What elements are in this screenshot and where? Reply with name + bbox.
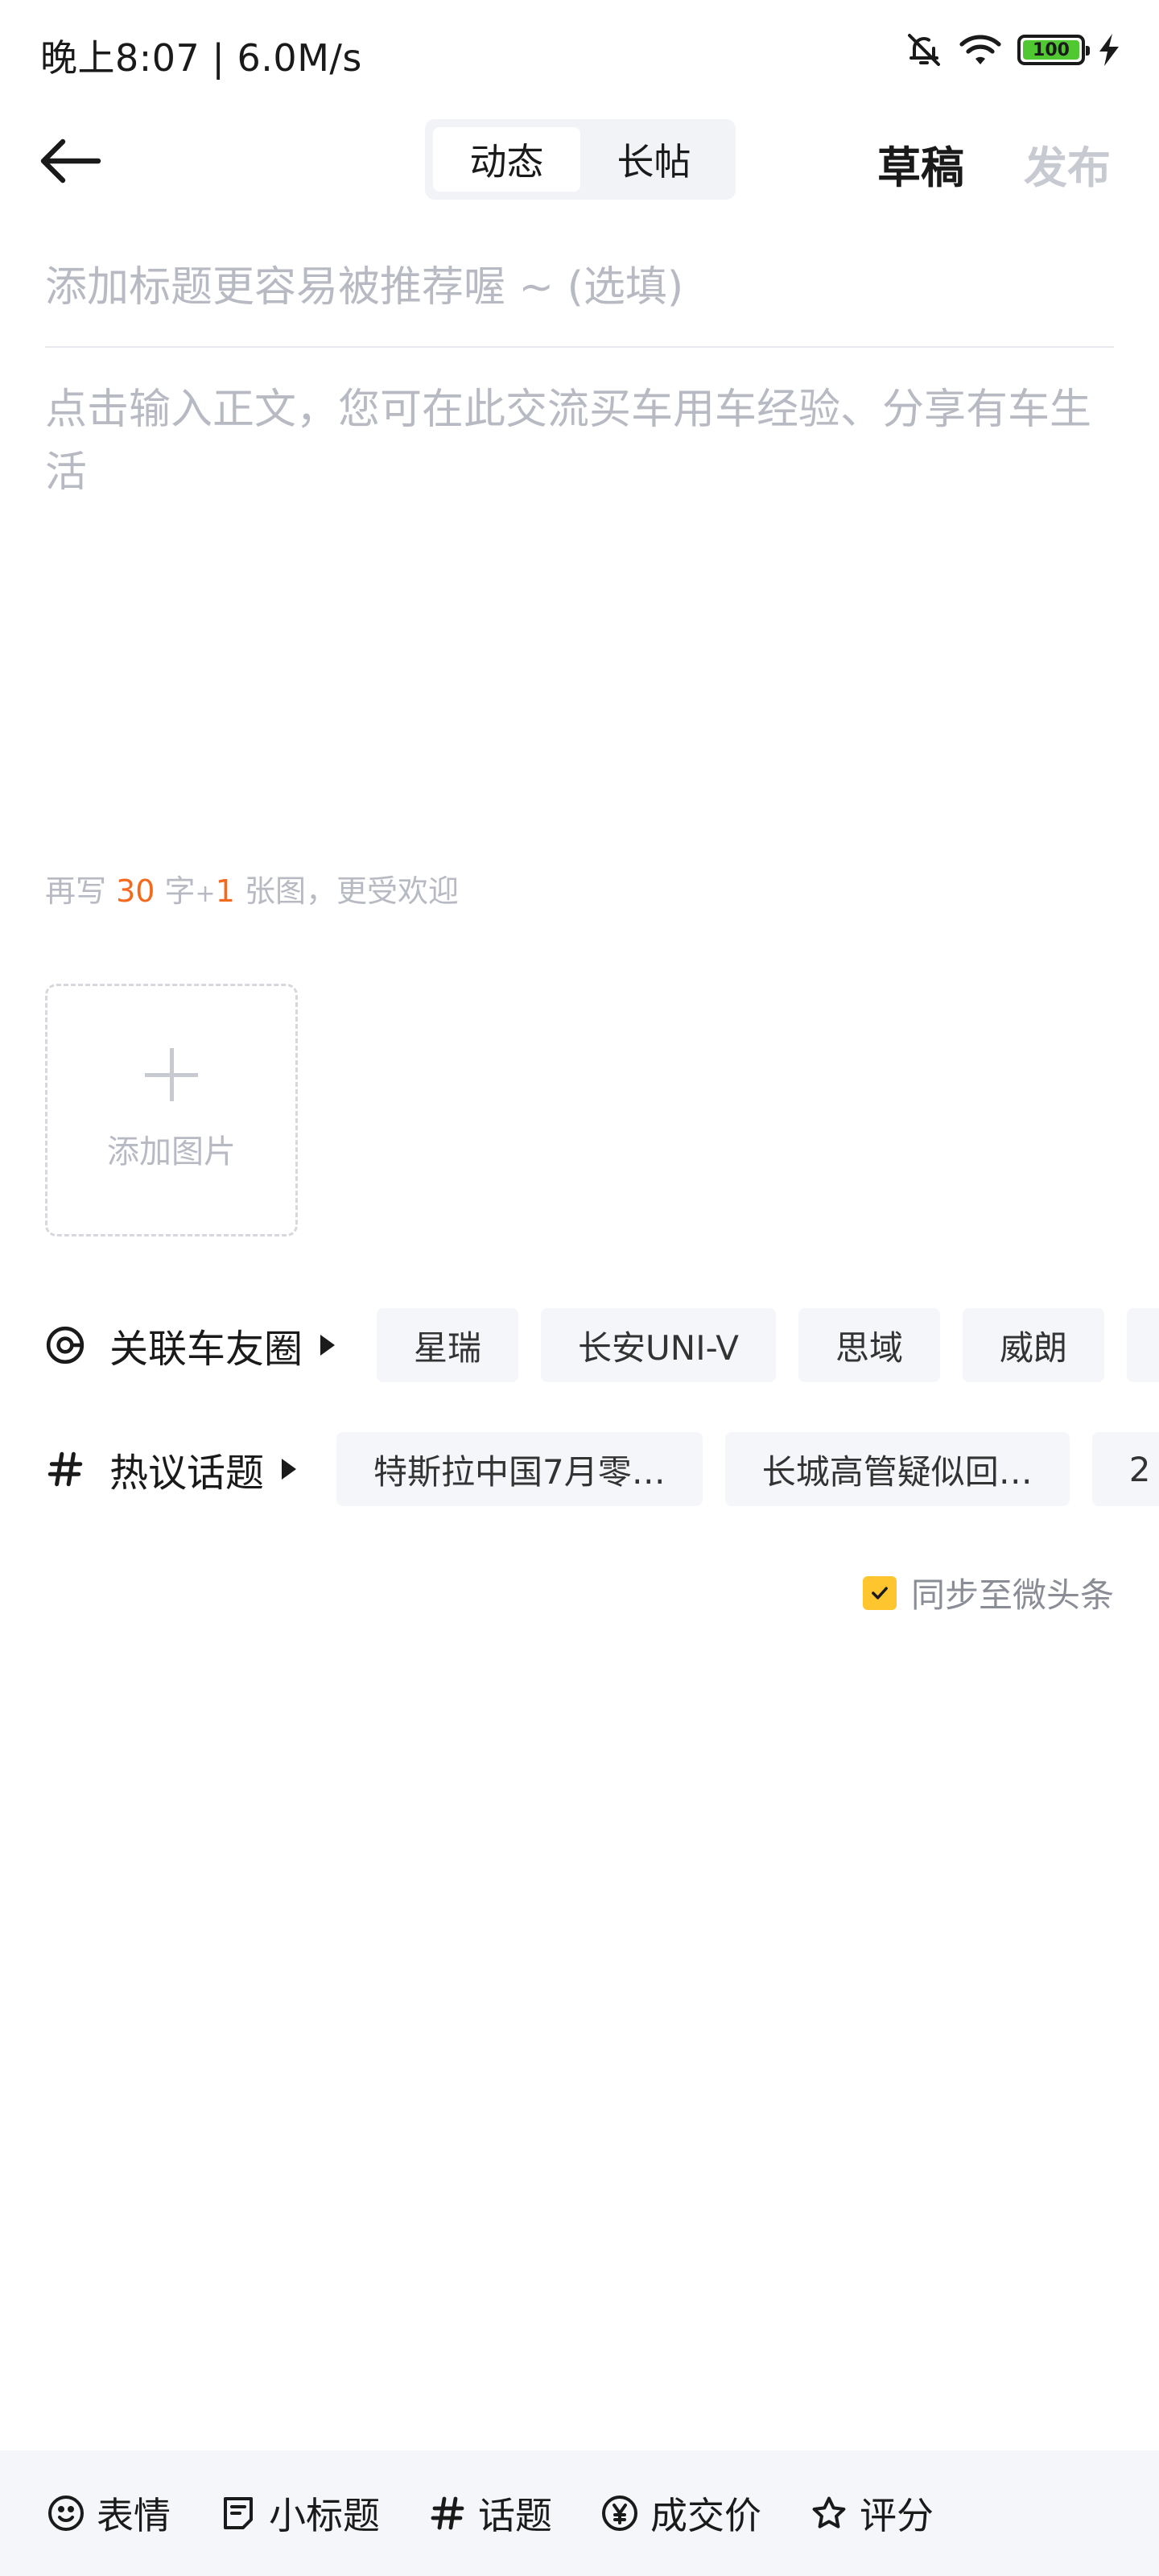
triangle-right-icon xyxy=(320,1335,336,1356)
sync-weitoutiao[interactable]: 同步至微头条 xyxy=(862,1568,1114,1617)
target-icon xyxy=(46,1326,85,1364)
yen-icon xyxy=(602,2496,637,2531)
hot-topics-label: 热议话题 xyxy=(109,1451,265,1496)
toolbar-rating[interactable]: 评分 xyxy=(810,2487,934,2540)
tab-dynamic[interactable]: 动态 xyxy=(433,127,580,192)
chip-topic[interactable]: 长城高管疑似回… xyxy=(724,1432,1070,1506)
chip-car-circle[interactable]: 思域 xyxy=(798,1308,941,1382)
toolbar-price-label: 成交价 xyxy=(650,2494,761,2537)
triangle-right-icon xyxy=(282,1459,297,1480)
back-button[interactable] xyxy=(40,129,113,193)
hint-mid: 字 xyxy=(155,873,196,909)
smiley-icon xyxy=(48,2496,84,2531)
chip-car-circle[interactable]: 星瑞 xyxy=(377,1308,519,1382)
sync-checkbox[interactable] xyxy=(862,1575,897,1610)
hint-char-count: 30 xyxy=(116,873,155,909)
add-image-label: 添加图片 xyxy=(107,1133,236,1170)
status-icons: 100 xyxy=(905,31,1119,69)
hash-icon xyxy=(47,1451,83,1487)
car-circle-label: 关联车友圈 xyxy=(109,1327,303,1372)
plus-icon xyxy=(145,1048,198,1101)
add-image-button[interactable]: 添加图片 xyxy=(45,984,298,1236)
battery-icon: 100 xyxy=(1017,35,1090,65)
sync-label: 同步至微头条 xyxy=(910,1575,1114,1615)
draft-button[interactable]: 草稿 xyxy=(877,132,964,196)
charging-icon xyxy=(1099,34,1119,66)
back-arrow-icon xyxy=(40,138,101,184)
body-input[interactable]: 点击输入正文，您可在此交流买车用车经验、分享有车生活 xyxy=(45,378,1114,504)
bottom-toolbar: 表情 小标题 话题 成交价 评分 xyxy=(0,2450,1159,2576)
hot-topics-row: 热议话题 特斯拉中国7月零… 长城高管疑似回… 2 xyxy=(0,1431,1159,1507)
hint-plus: + xyxy=(195,880,216,908)
hash-icon xyxy=(431,2496,464,2530)
toolbar-rating-label: 评分 xyxy=(860,2494,934,2537)
status-time-speed: 晚上8:07 | 6.0M/s xyxy=(40,36,362,80)
chip-car-circle[interactable]: 长安UNI-V xyxy=(541,1308,777,1382)
writing-hint: 再写 30 字+1 张图，更受欢迎 xyxy=(45,866,459,910)
header: 动态 长帖 草稿 发布 xyxy=(0,113,1159,209)
car-circle-chips: 星瑞 长安UNI-V 思域 威朗 长 xyxy=(377,1308,1159,1382)
toolbar-subtitle[interactable]: 小标题 xyxy=(219,2487,380,2540)
title-input[interactable]: 添加标题更容易被推荐喔 ~ (选填) xyxy=(45,242,1114,348)
car-circle-row: 关联车友圈 星瑞 长安UNI-V 思域 威朗 长 xyxy=(0,1307,1159,1383)
chip-topic[interactable]: 特斯拉中国7月零… xyxy=(336,1432,703,1506)
chip-car-circle[interactable]: 长 xyxy=(1127,1308,1159,1382)
toolbar-topic[interactable]: 话题 xyxy=(428,2487,552,2540)
toolbar-emoji-label: 表情 xyxy=(97,2494,171,2537)
toolbar-price[interactable]: 成交价 xyxy=(600,2487,761,2540)
publish-button[interactable]: 发布 xyxy=(1024,132,1111,196)
status-bar: 晚上8:07 | 6.0M/s 100 xyxy=(0,0,1159,105)
hot-topics-chips: 特斯拉中国7月零… 长城高管疑似回… 2 xyxy=(336,1432,1159,1506)
battery-level: 100 xyxy=(1023,40,1079,60)
toolbar-emoji[interactable]: 表情 xyxy=(47,2487,171,2540)
toolbar-topic-label: 话题 xyxy=(478,2494,552,2537)
star-icon xyxy=(812,2496,846,2529)
hint-suffix: 张图，更受欢迎 xyxy=(234,873,459,909)
car-circle-header[interactable]: 关联车友圈 xyxy=(0,1317,336,1373)
wifi-icon xyxy=(959,35,1001,64)
post-type-switch: 动态 长帖 xyxy=(425,119,736,200)
hot-topics-header[interactable]: 热议话题 xyxy=(0,1441,297,1497)
hint-image-count: 1 xyxy=(215,873,235,909)
chip-topic[interactable]: 2 xyxy=(1091,1432,1159,1506)
hint-prefix: 再写 xyxy=(45,873,117,909)
bell-muted-icon xyxy=(908,34,940,66)
toolbar-subtitle-label: 小标题 xyxy=(269,2494,380,2537)
subtitle-icon xyxy=(224,2497,253,2529)
chip-car-circle[interactable]: 威朗 xyxy=(963,1308,1105,1382)
check-icon xyxy=(872,1586,888,1600)
tab-long-post[interactable]: 长帖 xyxy=(580,127,728,192)
